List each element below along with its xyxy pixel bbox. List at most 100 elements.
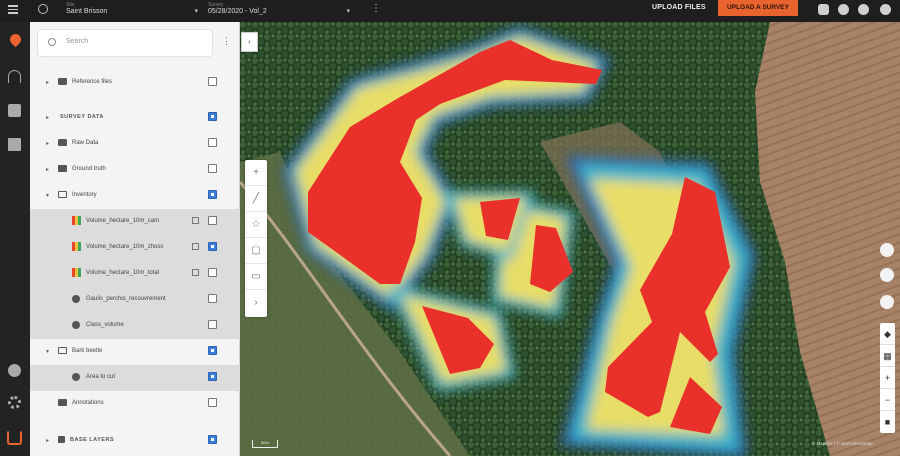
split-view-icon[interactable] (880, 268, 894, 282)
upload-survey-button[interactable]: UPLOAD A SURVEY (718, 0, 798, 16)
map-view[interactable] (240, 22, 900, 456)
layer-label: Gaulis_perchis_recouvrement (86, 296, 166, 302)
chevron-right-icon[interactable]: ▸ (46, 140, 49, 147)
survey-selector[interactable]: Survey 05/28/2020 - Vol_2 ▾ (208, 2, 350, 20)
filter-icon[interactable] (192, 217, 199, 224)
map-attribution[interactable]: © Mapbox | © OpenStreetMap (812, 441, 873, 446)
chevron-down-icon: ▾ (194, 8, 198, 15)
help-icon[interactable] (858, 4, 869, 15)
vector-layer-icon (72, 321, 80, 329)
layer-checkbox[interactable] (208, 346, 217, 355)
grid-icon[interactable]: ▦ (880, 345, 895, 367)
section-row[interactable]: ▸ BASE LAYERS (30, 428, 240, 454)
fullscreen-icon[interactable]: ■ (880, 411, 895, 433)
user-icon[interactable] (8, 364, 21, 377)
layer-checkbox[interactable] (208, 77, 217, 86)
layers-toggle-icon[interactable] (880, 243, 894, 257)
ruler-icon[interactable]: ▭ (245, 264, 267, 290)
raster-layer-icon (72, 216, 81, 225)
filter-icon[interactable] (192, 269, 199, 276)
zoom-out-button[interactable]: − (880, 389, 895, 411)
folder-icon[interactable] (8, 138, 21, 151)
account-icon[interactable] (880, 4, 891, 15)
section-checkbox[interactable] (208, 435, 217, 444)
collapse-panel-button[interactable]: ‹ (241, 32, 258, 52)
notifications-icon[interactable] (838, 4, 849, 15)
layer-label: Raw Data (72, 140, 99, 146)
globe-icon[interactable] (38, 4, 48, 14)
map-navigation-controls: ◆ ▦ + − ■ (880, 323, 895, 433)
rectangle-icon[interactable]: ▢ (245, 238, 267, 264)
layer-row[interactable]: ▾ Inventory (30, 183, 240, 209)
layers-panel: Search ⋮ ▸ Reference files ▸ SURVEY DATA… (30, 22, 240, 456)
chevron-down-icon[interactable]: ▾ (46, 348, 49, 355)
raster-layer-icon (72, 242, 81, 251)
layer-row[interactable]: Class_volume (30, 313, 240, 339)
chevron-right-icon[interactable]: ▸ (46, 166, 49, 173)
search-icon (48, 38, 56, 46)
compare-icon[interactable] (880, 295, 894, 309)
chevron-right-icon[interactable]: ▸ (46, 79, 49, 86)
layer-label: Inventory (72, 192, 97, 198)
layer-checkbox[interactable] (208, 242, 217, 251)
chevron-right-icon[interactable]: › (245, 290, 267, 316)
more-options-icon[interactable]: ⋮ (222, 36, 231, 47)
chevron-right-icon[interactable]: ▸ (46, 114, 49, 121)
layer-checkbox[interactable] (208, 190, 217, 199)
map-pin-icon[interactable] (7, 31, 24, 48)
more-options-icon[interactable]: ⋮ (371, 3, 381, 14)
layer-row[interactable]: Volume_hectare_10m_cam (30, 209, 240, 235)
layer-row[interactable]: ▸ Raw Data (30, 131, 240, 157)
folder-open-icon (58, 347, 67, 354)
section-label: SURVEY DATA (60, 114, 104, 120)
folder-open-icon (58, 191, 67, 198)
cloud-icon[interactable] (818, 4, 829, 15)
left-rail (0, 22, 30, 456)
search-placeholder: Search (66, 38, 89, 45)
measure-line-icon[interactable]: ╱ (245, 186, 267, 212)
layer-row[interactable]: Volume_hectare_10m_zhoss (30, 235, 240, 261)
zoom-in-button[interactable]: + (880, 367, 895, 389)
section-row[interactable]: ▸ SURVEY DATA (30, 105, 240, 131)
layer-row[interactable]: Volume_hectare_10m_total (30, 261, 240, 287)
vector-layer-icon (72, 373, 80, 381)
layer-checkbox[interactable] (208, 164, 217, 173)
filter-icon[interactable] (192, 243, 199, 250)
layer-label: Ground truth (72, 166, 106, 172)
layer-checkbox[interactable] (208, 268, 217, 277)
layer-checkbox[interactable] (208, 320, 217, 329)
menu-icon[interactable] (8, 5, 18, 15)
layer-row[interactable]: ▾ Bark beetle (30, 339, 240, 365)
site-selector-value: Saint Brisson (66, 8, 108, 15)
compass-icon[interactable]: ◆ (880, 323, 895, 345)
layer-checkbox[interactable] (208, 138, 217, 147)
section-checkbox[interactable] (208, 112, 217, 121)
search-input[interactable]: Search (38, 30, 212, 56)
app-logo-icon (7, 430, 22, 445)
layer-label: Bark beetle (72, 348, 103, 354)
layer-checkbox[interactable] (208, 216, 217, 225)
top-bar: Site Saint Brisson ▾ Survey 05/28/2020 -… (0, 0, 900, 22)
layer-label: Volume_hectare_10m_cam (86, 218, 160, 224)
layer-label: Annotations (72, 400, 104, 406)
site-selector[interactable]: Site Saint Brisson ▾ (66, 2, 198, 20)
add-point-icon[interactable]: + (245, 160, 267, 186)
folder-icon (58, 399, 67, 406)
layer-row[interactable]: Area to cut (30, 365, 240, 391)
settings-icon[interactable] (8, 396, 21, 409)
star-icon[interactable]: ☆ (245, 212, 267, 238)
layer-label: Reference files (72, 79, 113, 85)
chevron-right-icon[interactable]: ▸ (46, 437, 49, 444)
layer-row[interactable]: Gaulis_perchis_recouvrement (30, 287, 240, 313)
layer-row[interactable]: Annotations (30, 391, 240, 417)
documents-icon[interactable] (8, 104, 21, 117)
layer-checkbox[interactable] (208, 294, 217, 303)
dashboard-icon[interactable] (8, 70, 21, 83)
upload-files-button[interactable]: UPLOAD FILES (652, 4, 706, 11)
layer-row[interactable]: ▸ Reference files (30, 70, 240, 96)
chevron-down-icon[interactable]: ▾ (46, 192, 49, 199)
map-canvas (240, 22, 900, 456)
layer-checkbox[interactable] (208, 372, 217, 381)
layer-row[interactable]: ▸ Ground truth (30, 157, 240, 183)
layer-checkbox[interactable] (208, 398, 217, 407)
